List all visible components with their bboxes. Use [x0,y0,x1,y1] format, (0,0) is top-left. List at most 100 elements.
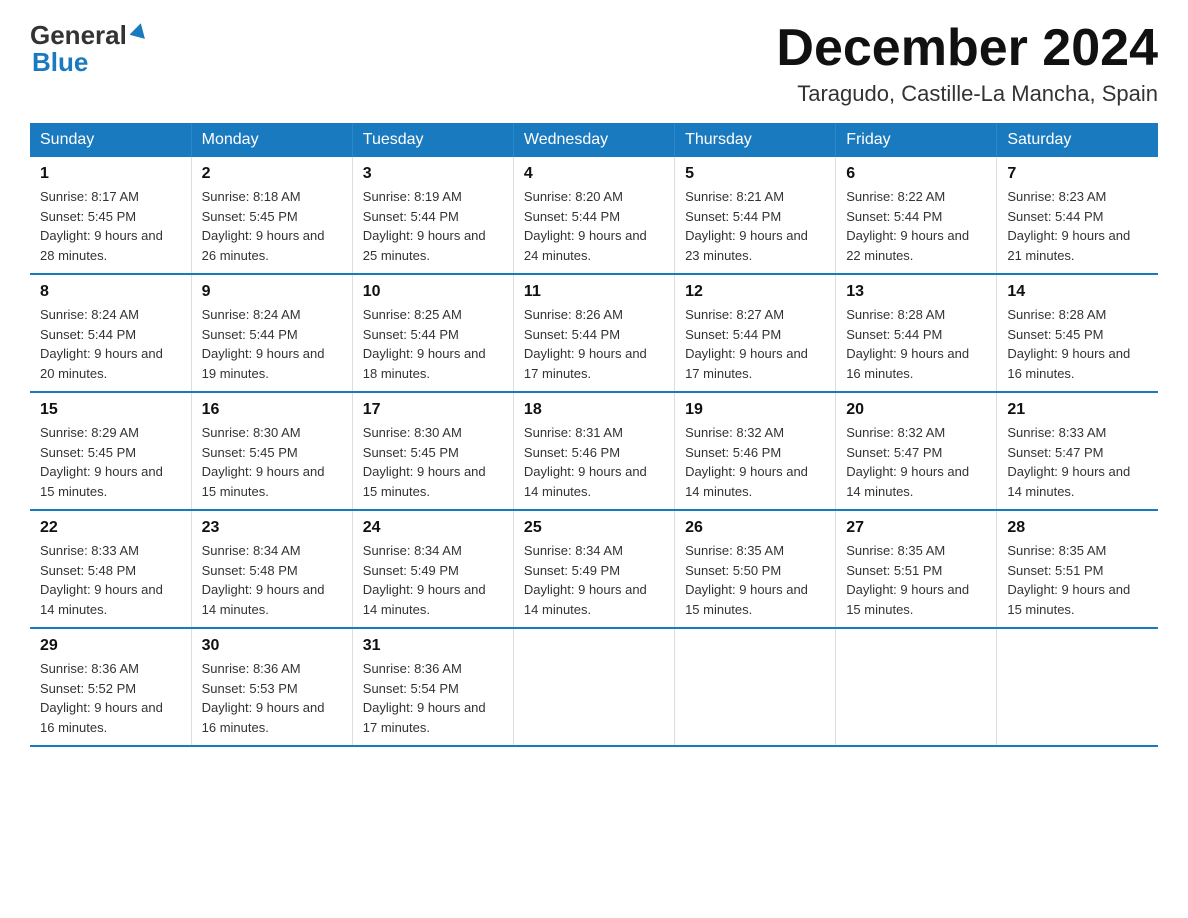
day-info: Sunrise: 8:29 AM Sunset: 5:45 PM Dayligh… [40,423,181,501]
day-number: 13 [846,283,986,301]
calendar-cell: 22 Sunrise: 8:33 AM Sunset: 5:48 PM Dayl… [30,510,191,628]
calendar-cell [675,628,836,746]
calendar-cell: 13 Sunrise: 8:28 AM Sunset: 5:44 PM Dayl… [836,274,997,392]
week-row-1: 1 Sunrise: 8:17 AM Sunset: 5:45 PM Dayli… [30,157,1158,274]
day-number: 17 [363,401,503,419]
calendar-cell [836,628,997,746]
location-subtitle: Taragudo, Castille-La Mancha, Spain [776,81,1158,107]
day-number: 16 [202,401,342,419]
day-number: 31 [363,637,503,655]
day-info: Sunrise: 8:34 AM Sunset: 5:49 PM Dayligh… [524,541,664,619]
day-number: 10 [363,283,503,301]
calendar-cell: 11 Sunrise: 8:26 AM Sunset: 5:44 PM Dayl… [513,274,674,392]
calendar-cell: 23 Sunrise: 8:34 AM Sunset: 5:48 PM Dayl… [191,510,352,628]
calendar-cell: 30 Sunrise: 8:36 AM Sunset: 5:53 PM Dayl… [191,628,352,746]
days-of-week-row: SundayMondayTuesdayWednesdayThursdayFrid… [30,123,1158,157]
day-info: Sunrise: 8:36 AM Sunset: 5:53 PM Dayligh… [202,659,342,737]
day-info: Sunrise: 8:28 AM Sunset: 5:44 PM Dayligh… [846,305,986,383]
day-info: Sunrise: 8:27 AM Sunset: 5:44 PM Dayligh… [685,305,825,383]
day-number: 18 [524,401,664,419]
day-number: 15 [40,401,181,419]
calendar-cell: 25 Sunrise: 8:34 AM Sunset: 5:49 PM Dayl… [513,510,674,628]
calendar-cell: 31 Sunrise: 8:36 AM Sunset: 5:54 PM Dayl… [352,628,513,746]
day-number: 12 [685,283,825,301]
day-info: Sunrise: 8:23 AM Sunset: 5:44 PM Dayligh… [1007,187,1148,265]
calendar-cell: 20 Sunrise: 8:32 AM Sunset: 5:47 PM Dayl… [836,392,997,510]
calendar-cell: 29 Sunrise: 8:36 AM Sunset: 5:52 PM Dayl… [30,628,191,746]
page-header: General Blue December 2024 Taragudo, Cas… [30,20,1158,107]
day-number: 2 [202,165,342,183]
day-number: 6 [846,165,986,183]
day-info: Sunrise: 8:31 AM Sunset: 5:46 PM Dayligh… [524,423,664,501]
day-number: 26 [685,519,825,537]
day-header-thursday: Thursday [675,123,836,157]
day-number: 14 [1007,283,1148,301]
calendar-cell: 6 Sunrise: 8:22 AM Sunset: 5:44 PM Dayli… [836,157,997,274]
day-number: 4 [524,165,664,183]
day-number: 23 [202,519,342,537]
calendar-body: 1 Sunrise: 8:17 AM Sunset: 5:45 PM Dayli… [30,157,1158,746]
day-info: Sunrise: 8:30 AM Sunset: 5:45 PM Dayligh… [363,423,503,501]
day-header-friday: Friday [836,123,997,157]
day-number: 21 [1007,401,1148,419]
calendar-cell: 26 Sunrise: 8:35 AM Sunset: 5:50 PM Dayl… [675,510,836,628]
day-number: 19 [685,401,825,419]
day-header-saturday: Saturday [997,123,1158,157]
day-info: Sunrise: 8:22 AM Sunset: 5:44 PM Dayligh… [846,187,986,265]
week-row-3: 15 Sunrise: 8:29 AM Sunset: 5:45 PM Dayl… [30,392,1158,510]
day-info: Sunrise: 8:20 AM Sunset: 5:44 PM Dayligh… [524,187,664,265]
day-info: Sunrise: 8:36 AM Sunset: 5:54 PM Dayligh… [363,659,503,737]
day-info: Sunrise: 8:25 AM Sunset: 5:44 PM Dayligh… [363,305,503,383]
calendar-cell: 9 Sunrise: 8:24 AM Sunset: 5:44 PM Dayli… [191,274,352,392]
day-info: Sunrise: 8:28 AM Sunset: 5:45 PM Dayligh… [1007,305,1148,383]
week-row-5: 29 Sunrise: 8:36 AM Sunset: 5:52 PM Dayl… [30,628,1158,746]
day-header-monday: Monday [191,123,352,157]
day-info: Sunrise: 8:32 AM Sunset: 5:46 PM Dayligh… [685,423,825,501]
calendar-cell [513,628,674,746]
logo-blue-text: Blue [32,47,88,78]
title-block: December 2024 Taragudo, Castille-La Manc… [776,20,1158,107]
calendar-cell: 12 Sunrise: 8:27 AM Sunset: 5:44 PM Dayl… [675,274,836,392]
day-number: 29 [40,637,181,655]
month-title: December 2024 [776,20,1158,77]
calendar-cell: 7 Sunrise: 8:23 AM Sunset: 5:44 PM Dayli… [997,157,1158,274]
calendar-cell: 17 Sunrise: 8:30 AM Sunset: 5:45 PM Dayl… [352,392,513,510]
day-info: Sunrise: 8:21 AM Sunset: 5:44 PM Dayligh… [685,187,825,265]
day-header-tuesday: Tuesday [352,123,513,157]
day-number: 7 [1007,165,1148,183]
calendar-cell: 2 Sunrise: 8:18 AM Sunset: 5:45 PM Dayli… [191,157,352,274]
logo: General Blue [30,20,148,78]
logo-triangle-icon [130,21,148,44]
day-info: Sunrise: 8:26 AM Sunset: 5:44 PM Dayligh… [524,305,664,383]
calendar-cell: 19 Sunrise: 8:32 AM Sunset: 5:46 PM Dayl… [675,392,836,510]
day-info: Sunrise: 8:36 AM Sunset: 5:52 PM Dayligh… [40,659,181,737]
day-number: 3 [363,165,503,183]
calendar-cell: 18 Sunrise: 8:31 AM Sunset: 5:46 PM Dayl… [513,392,674,510]
day-number: 24 [363,519,503,537]
day-number: 22 [40,519,181,537]
calendar-cell: 8 Sunrise: 8:24 AM Sunset: 5:44 PM Dayli… [30,274,191,392]
day-header-wednesday: Wednesday [513,123,674,157]
calendar-cell: 27 Sunrise: 8:35 AM Sunset: 5:51 PM Dayl… [836,510,997,628]
day-info: Sunrise: 8:35 AM Sunset: 5:51 PM Dayligh… [1007,541,1148,619]
day-number: 5 [685,165,825,183]
day-info: Sunrise: 8:24 AM Sunset: 5:44 PM Dayligh… [202,305,342,383]
day-number: 11 [524,283,664,301]
calendar-cell: 5 Sunrise: 8:21 AM Sunset: 5:44 PM Dayli… [675,157,836,274]
calendar-cell: 28 Sunrise: 8:35 AM Sunset: 5:51 PM Dayl… [997,510,1158,628]
day-number: 9 [202,283,342,301]
day-info: Sunrise: 8:35 AM Sunset: 5:51 PM Dayligh… [846,541,986,619]
calendar-table: SundayMondayTuesdayWednesdayThursdayFrid… [30,123,1158,747]
calendar-cell: 21 Sunrise: 8:33 AM Sunset: 5:47 PM Dayl… [997,392,1158,510]
day-info: Sunrise: 8:33 AM Sunset: 5:47 PM Dayligh… [1007,423,1148,501]
day-info: Sunrise: 8:18 AM Sunset: 5:45 PM Dayligh… [202,187,342,265]
calendar-cell [997,628,1158,746]
day-number: 28 [1007,519,1148,537]
day-info: Sunrise: 8:34 AM Sunset: 5:49 PM Dayligh… [363,541,503,619]
day-info: Sunrise: 8:30 AM Sunset: 5:45 PM Dayligh… [202,423,342,501]
calendar-cell: 15 Sunrise: 8:29 AM Sunset: 5:45 PM Dayl… [30,392,191,510]
day-number: 1 [40,165,181,183]
calendar-cell: 24 Sunrise: 8:34 AM Sunset: 5:49 PM Dayl… [352,510,513,628]
week-row-4: 22 Sunrise: 8:33 AM Sunset: 5:48 PM Dayl… [30,510,1158,628]
day-number: 30 [202,637,342,655]
